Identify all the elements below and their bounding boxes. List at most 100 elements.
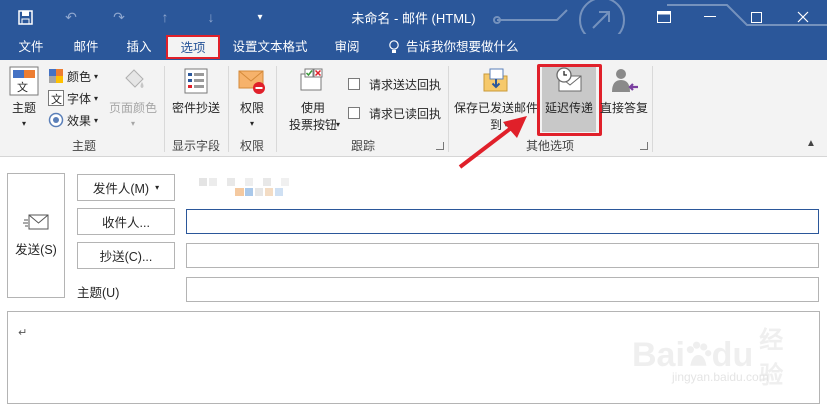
tracking-dialog-launcher[interactable] <box>436 142 444 150</box>
baidu-watermark: Bai du 经验 jingyan.baidu.com <box>602 318 802 398</box>
voting-label-line2: 投票按钮 <box>288 118 337 132</box>
customize-icon[interactable]: ▾ <box>249 6 271 28</box>
dropdown-arrow-icon: ▾ <box>94 71 99 81</box>
bcc-icon <box>184 68 208 94</box>
subject-input[interactable] <box>186 277 819 302</box>
send-envelope-icon <box>23 214 49 230</box>
tab-format-text[interactable]: 设置文本格式 <box>226 34 314 60</box>
checkbox-box[interactable] <box>348 78 360 90</box>
permission-envelope-icon <box>238 70 265 94</box>
effects-icon <box>48 112 64 128</box>
checkbox-box[interactable] <box>348 107 360 119</box>
themes-icon: 文 <box>9 66 39 96</box>
ribbon-tabs: 文件 邮件 插入 选项 设置文本格式 审阅 告诉我你想要做什么 <box>0 34 827 60</box>
to-input[interactable] <box>186 209 819 234</box>
title-bar: ↶ ↷ ↑ ↓ ▾ 未命名 - 邮件 (HTML) <box>0 0 827 34</box>
subject-label: 主题(U) <box>77 286 120 300</box>
dropdown-arrow-icon: ▾ <box>155 183 160 192</box>
cc-label: 抄送(C)... <box>99 250 153 264</box>
dropdown-arrow-icon: ▾ <box>336 120 341 129</box>
from-button[interactable]: 发件人(M) ▾ <box>77 174 175 201</box>
group-separator <box>448 66 449 152</box>
paw-icon <box>686 341 712 366</box>
tab-options[interactable]: 选项 <box>166 35 220 59</box>
effects-button[interactable]: 效果 ▾ <box>48 110 98 130</box>
cc-input[interactable] <box>186 243 819 268</box>
colors-label: 颜色 <box>67 69 92 84</box>
dropdown-arrow-icon: ▾ <box>130 119 135 128</box>
tab-review[interactable]: 审阅 <box>324 34 370 60</box>
dropdown-arrow-icon: ▾ <box>249 119 254 128</box>
permission-button[interactable]: 权限 ▾ <box>232 66 272 128</box>
blurred-sender-address <box>199 178 289 196</box>
bcc-label: 密件抄送 <box>171 101 220 115</box>
watermark-brand-2: du <box>711 335 754 374</box>
effects-label: 效果 <box>67 113 92 128</box>
watermark-url: jingyan.baidu.com <box>672 370 769 384</box>
paint-bucket-icon <box>125 69 144 88</box>
maximize-icon[interactable] <box>738 4 774 30</box>
dropdown-arrow-icon: ▾ <box>94 115 99 125</box>
bcc-button[interactable]: 密件抄送 <box>168 66 224 116</box>
tab-insert[interactable]: 插入 <box>116 34 162 60</box>
request-read-receipt-checkbox[interactable]: 请求已读回执 <box>348 103 441 123</box>
colors-button[interactable]: 颜色 ▾ <box>48 66 98 86</box>
lightbulb-icon <box>389 40 399 53</box>
to-button[interactable]: 收件人... <box>77 208 175 235</box>
watermark-brand: Bai <box>632 335 685 374</box>
tab-file[interactable]: 文件 <box>8 34 54 60</box>
dropdown-arrow-icon: ▾ <box>21 119 26 128</box>
save-sent-folder-icon <box>483 68 508 92</box>
permission-label: 权限 <box>239 101 264 115</box>
ribbon: 文 主题 ▾ 颜色 ▾ 文 字体 ▾ 效果 ▾ 页面颜色 ▾ 主题 密件抄送 显… <box>0 60 827 157</box>
fonts-icon: 文 <box>48 90 64 106</box>
group-separator <box>164 66 165 152</box>
tell-me-text: 告诉我你想要做什么 <box>406 40 519 54</box>
to-label: 收件人... <box>102 216 150 230</box>
from-label: 发件人(M) <box>92 182 150 196</box>
direct-replies-icon <box>612 69 638 92</box>
save-icon[interactable] <box>14 6 36 28</box>
group-separator <box>276 66 277 152</box>
group-separator <box>652 66 653 152</box>
show-fields-group-label: 显示字段 <box>171 139 220 153</box>
tab-message[interactable]: 邮件 <box>62 34 110 60</box>
undo-icon[interactable]: ↶ <box>60 6 82 28</box>
theme-group-label: 主题 <box>71 139 96 153</box>
direct-replies-label: 直接答复 <box>599 101 648 115</box>
svg-text:文: 文 <box>17 80 28 94</box>
request-delivery-receipt-checkbox[interactable]: 请求送达回执 <box>348 74 441 94</box>
more-options-dialog-launcher[interactable] <box>640 142 648 150</box>
collapse-ribbon-icon[interactable]: ▲ <box>806 138 816 149</box>
minimize-icon[interactable] <box>692 4 728 30</box>
delay-delivery-highlight <box>537 64 602 136</box>
svg-text:文: 文 <box>51 92 62 106</box>
voting-buttons-button[interactable]: 使用 投票按钮 <box>282 66 344 133</box>
request-delivery-receipt-label: 请求送达回执 <box>369 77 442 92</box>
themes-button[interactable]: 文 主题 ▾ <box>6 66 42 128</box>
page-color-label: 页面颜色 <box>108 101 157 115</box>
down-arrow-icon[interactable]: ↓ <box>200 6 222 28</box>
fonts-button[interactable]: 文 字体 ▾ <box>48 88 98 108</box>
permission-group-label: 权限 <box>239 139 264 153</box>
voting-icon <box>300 68 323 91</box>
page-color-button[interactable]: 页面颜色 ▾ <box>106 66 160 128</box>
send-button[interactable]: 发送(S) <box>7 173 65 298</box>
cc-button[interactable]: 抄送(C)... <box>77 242 175 269</box>
close-icon[interactable] <box>785 4 821 30</box>
direct-replies-button[interactable]: 直接答复 <box>598 66 650 116</box>
tracking-group-label: 跟踪 <box>350 139 375 153</box>
annotation-arrow <box>458 116 527 169</box>
fonts-label: 字体 <box>67 91 92 106</box>
request-read-receipt-label: 请求已读回执 <box>369 106 442 121</box>
send-label: 发送(S) <box>15 243 57 257</box>
ribbon-display-icon[interactable] <box>646 4 682 30</box>
up-arrow-icon[interactable]: ↑ <box>154 6 176 28</box>
colors-icon <box>49 69 63 83</box>
themes-label: 主题 <box>11 101 36 115</box>
dropdown-arrow-icon: ▾ <box>94 93 99 103</box>
voting-label-line1: 使用 <box>300 101 325 115</box>
redo-icon[interactable]: ↷ <box>108 6 130 28</box>
tell-me-box[interactable]: 告诉我你想要做什么 <box>388 34 519 60</box>
group-separator <box>228 66 229 152</box>
